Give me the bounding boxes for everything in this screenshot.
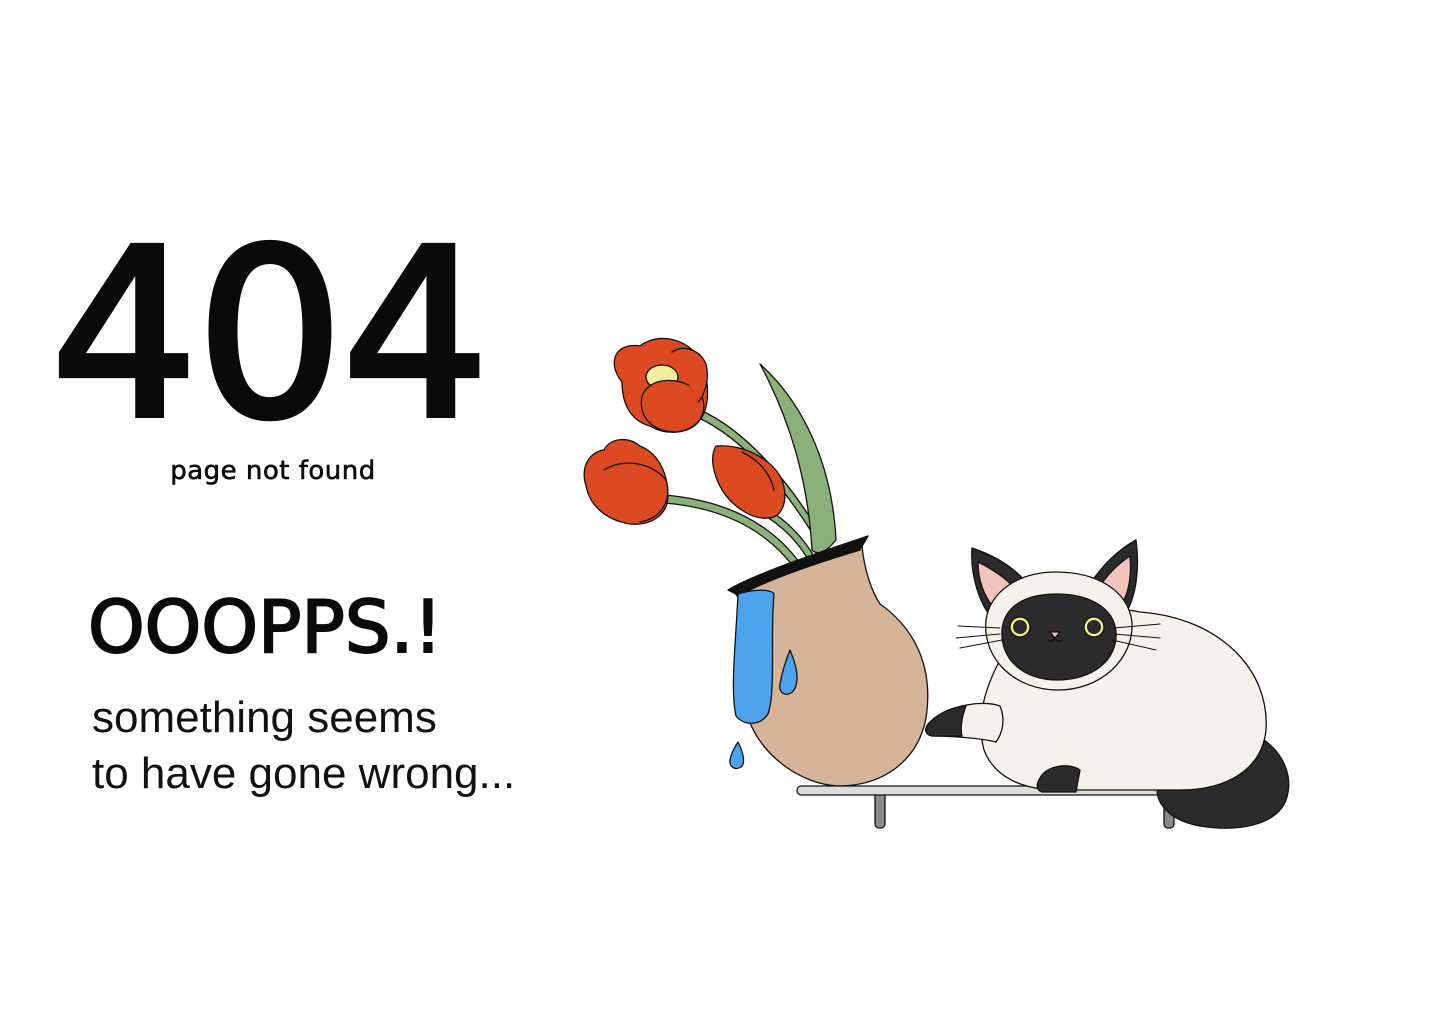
cat xyxy=(925,539,1290,829)
cat-knocking-vase-illustration xyxy=(583,337,1290,829)
tulip-flowers xyxy=(583,337,786,525)
error-page: 404 page not found OOOPPS.! something se… xyxy=(0,0,1440,1024)
error-message-line-2: to have gone wrong... xyxy=(92,749,516,798)
error-code: 404 xyxy=(48,200,493,470)
headline: OOOPPS.! xyxy=(87,584,443,670)
error-message: something seems to have gone wrong... xyxy=(92,690,592,802)
shelf xyxy=(796,785,1178,829)
error-subtitle: page not found xyxy=(170,456,376,487)
tulip-left xyxy=(583,439,669,525)
error-message-line-1: something seems xyxy=(92,693,437,742)
tulip-top xyxy=(613,337,709,433)
